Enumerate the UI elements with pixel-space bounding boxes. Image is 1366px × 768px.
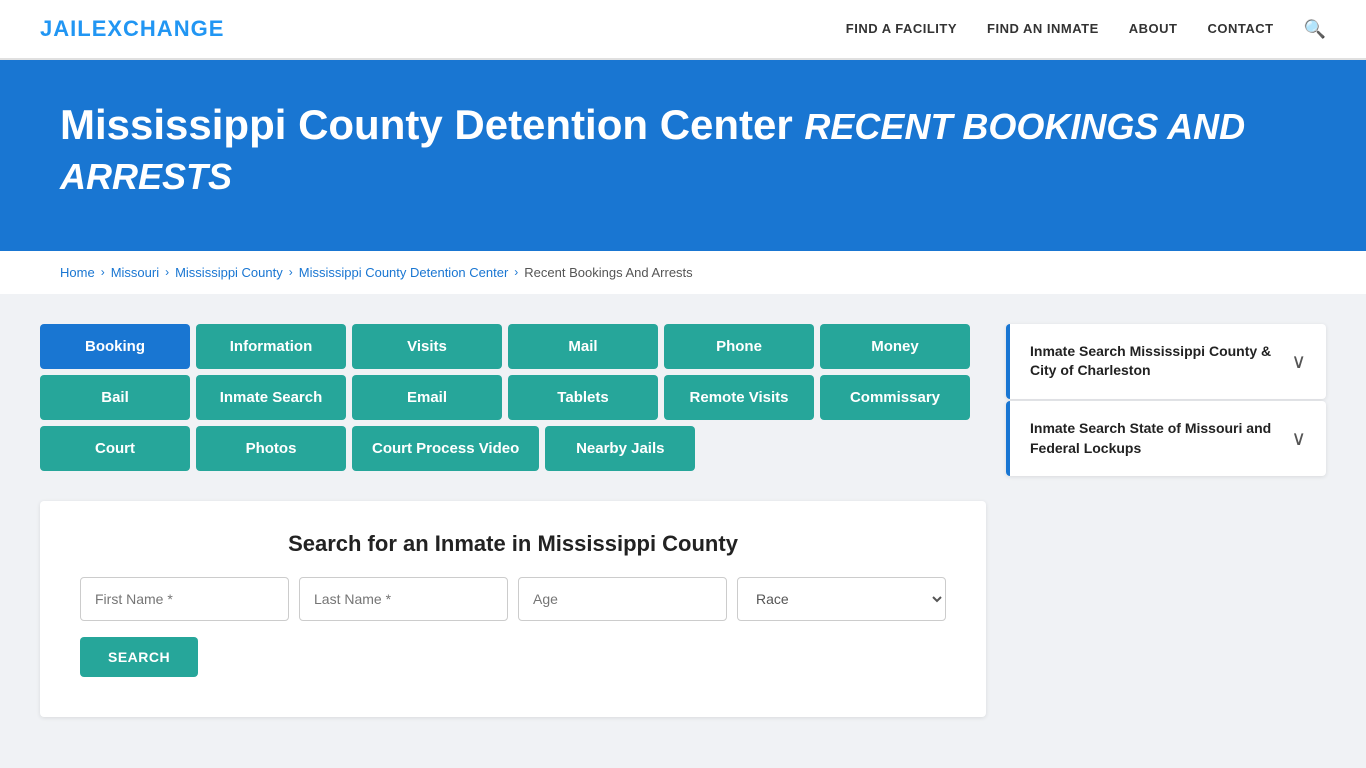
tab-inmate-search[interactable]: Inmate Search [196,375,346,420]
tab-court-process-video[interactable]: Court Process Video [352,426,539,471]
nav-search[interactable]: 🔍 [1304,19,1326,40]
tab-photos[interactable]: Photos [196,426,346,471]
breadcrumb-sep-2: › [165,265,169,279]
logo-exchange: EXCHANGE [92,16,225,41]
breadcrumb-sep-4: › [514,265,518,279]
breadcrumb-current: Recent Bookings And Arrests [524,265,692,280]
breadcrumb-missouri[interactable]: Missouri [111,265,159,280]
breadcrumb-detention-center[interactable]: Mississippi County Detention Center [299,265,509,280]
tabs-section: Booking Information Visits Mail Phone Mo… [40,324,986,717]
race-select[interactable]: Race White Black Hispanic Asian Other [737,577,946,621]
breadcrumb-sep-1: › [101,265,105,279]
last-name-input[interactable] [299,577,508,621]
sidebar-card-1-header[interactable]: Inmate Search Mississippi County & City … [1006,324,1326,399]
tabs-grid: Booking Information Visits Mail Phone Mo… [40,324,986,471]
nav-find-facility[interactable]: FIND A FACILITY [846,20,957,38]
logo-jail: JAIL [40,16,92,41]
sidebar-card-2: Inmate Search State of Missouri and Fede… [1006,401,1326,476]
search-inputs-row: Race White Black Hispanic Asian Other [80,577,946,621]
main-content: Booking Information Visits Mail Phone Mo… [0,294,1366,747]
sidebar-card-2-header[interactable]: Inmate Search State of Missouri and Fede… [1006,401,1326,476]
navbar: JAILEXCHANGE FIND A FACILITY FIND AN INM… [0,0,1366,60]
site-logo[interactable]: JAILEXCHANGE [40,16,224,42]
tab-bail[interactable]: Bail [40,375,190,420]
breadcrumb-mississippi-county[interactable]: Mississippi County [175,265,283,280]
tab-booking[interactable]: Booking [40,324,190,369]
sidebar-card-1-title: Inmate Search Mississippi County & City … [1030,342,1291,381]
age-input[interactable] [518,577,727,621]
search-button[interactable]: SEARCH [80,637,198,677]
search-icon-button[interactable]: 🔍 [1304,19,1326,40]
nav-find-inmate[interactable]: FIND AN INMATE [987,20,1099,38]
nav-contact[interactable]: CONTACT [1207,20,1273,38]
first-name-input[interactable] [80,577,289,621]
sidebar: Inmate Search Mississippi County & City … [1006,324,1326,478]
hero-title-main: Mississippi County Detention Center [60,101,793,148]
breadcrumb: Home › Missouri › Mississippi County › M… [0,251,1366,294]
tab-information[interactable]: Information [196,324,346,369]
chevron-down-icon-2: ∨ [1291,426,1306,451]
page-title: Mississippi County Detention Center RECE… [60,100,1306,201]
tab-nearby-jails[interactable]: Nearby Jails [545,426,695,471]
tab-court[interactable]: Court [40,426,190,471]
chevron-down-icon-1: ∨ [1291,349,1306,374]
sidebar-card-1: Inmate Search Mississippi County & City … [1006,324,1326,399]
hero-banner: Mississippi County Detention Center RECE… [0,60,1366,251]
breadcrumb-home[interactable]: Home [60,265,95,280]
tab-mail[interactable]: Mail [508,324,658,369]
nav-about[interactable]: ABOUT [1129,20,1178,38]
tab-email[interactable]: Email [352,375,502,420]
nav-menu: FIND A FACILITY FIND AN INMATE ABOUT CON… [846,19,1326,40]
tab-phone[interactable]: Phone [664,324,814,369]
sidebar-card-2-title: Inmate Search State of Missouri and Fede… [1030,419,1291,458]
tab-remote-visits[interactable]: Remote Visits [664,375,814,420]
tab-tablets[interactable]: Tablets [508,375,658,420]
tab-visits[interactable]: Visits [352,324,502,369]
breadcrumb-sep-3: › [289,265,293,279]
tab-commissary[interactable]: Commissary [820,375,970,420]
search-form-title: Search for an Inmate in Mississippi Coun… [80,531,946,557]
tab-money[interactable]: Money [820,324,970,369]
inmate-search-form: Search for an Inmate in Mississippi Coun… [40,501,986,717]
